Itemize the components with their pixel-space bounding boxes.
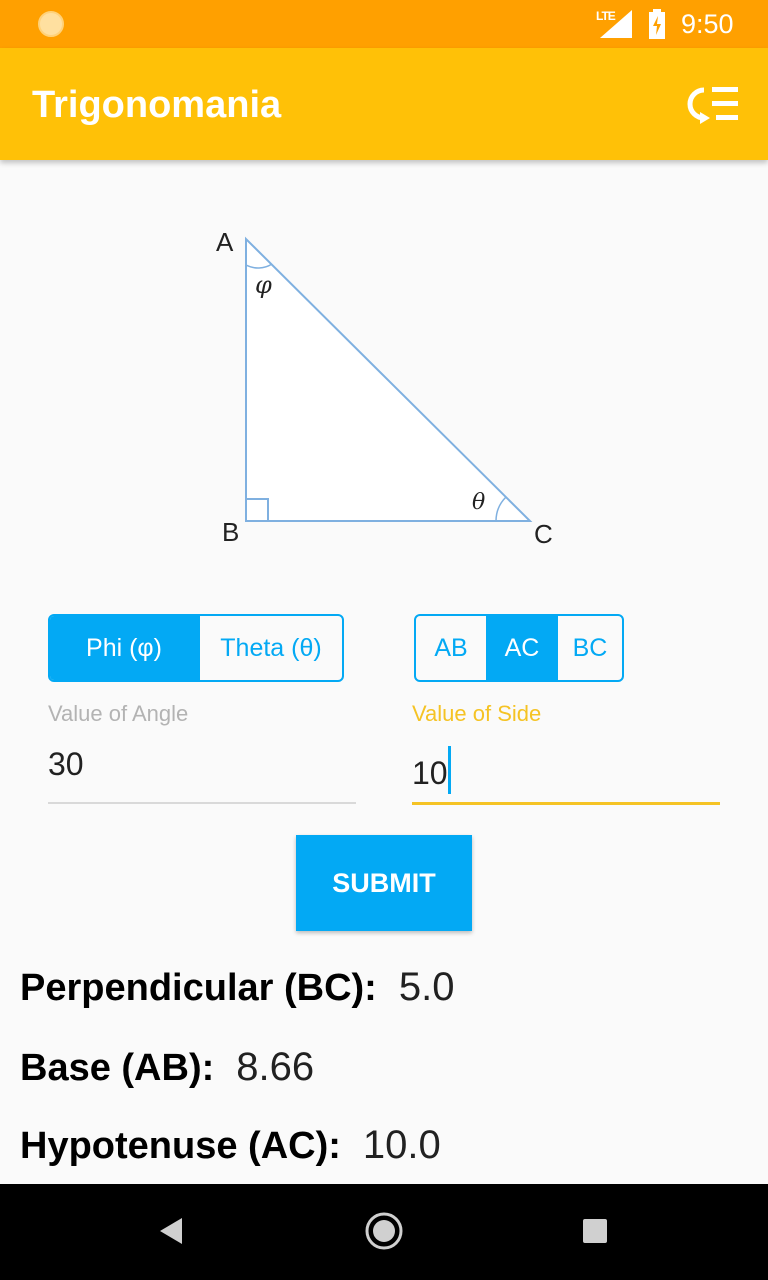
side-option-ab[interactable]: AB (416, 616, 486, 680)
side-input-value: 10 (412, 755, 448, 791)
angle-input-underline (48, 802, 356, 804)
angle-input[interactable]: 30 (48, 746, 84, 783)
result-label: Hypotenuse (AC): (20, 1125, 341, 1167)
angle-field-label: Value of Angle (48, 701, 189, 726)
app-title: Trigonomania (32, 84, 282, 126)
side-option-bc[interactable]: BC (556, 616, 622, 680)
result-base: Base (AB): 8.66 (20, 1045, 314, 1090)
submit-button[interactable]: SUBMIT (296, 835, 472, 931)
result-value: 10.0 (362, 1123, 441, 1167)
result-value: 8.66 (236, 1045, 315, 1089)
signal-icon (600, 10, 632, 38)
vertex-c-label: C (534, 519, 553, 549)
home-icon[interactable] (364, 1211, 404, 1251)
side-field-label: Value of Side (412, 701, 542, 726)
result-label: Perpendicular (BC): (20, 967, 377, 1009)
phi-option[interactable]: Phi (φ) (50, 616, 198, 680)
result-hypotenuse: Hypotenuse (AC): 10.0 (20, 1123, 441, 1168)
text-cursor (447, 746, 451, 794)
vertex-a-label: A (216, 227, 234, 257)
side-option-ac[interactable]: AC (486, 616, 556, 680)
theta-option[interactable]: Theta (θ) (198, 616, 342, 680)
result-perpendicular: Perpendicular (BC): 5.0 (20, 965, 454, 1010)
theta-label: θ (472, 490, 485, 515)
back-icon[interactable] (158, 1216, 186, 1246)
triangle-shape (245, 236, 533, 522)
navigation-bar (0, 1184, 768, 1280)
status-bar: LTE 9:50 (0, 0, 768, 48)
battery-icon (649, 9, 665, 39)
triangle-diagram: A B C φ θ (216, 227, 553, 549)
phi-label: φ (255, 271, 272, 299)
result-value: 5.0 (398, 965, 455, 1009)
side-input-underline (412, 802, 720, 805)
result-label: Base (AB): (20, 1047, 215, 1089)
app-bar: Trigonomania (0, 48, 768, 160)
side-selector: AB AC BC (414, 614, 624, 682)
notification-icon (38, 11, 64, 37)
vertex-b-label: B (222, 517, 239, 547)
angle-selector: Phi (φ) Theta (θ) (48, 614, 344, 682)
history-list-icon[interactable] (684, 84, 740, 124)
clock: 9:50 (681, 9, 734, 39)
recents-icon[interactable] (582, 1218, 608, 1244)
side-input[interactable]: 10 (412, 746, 451, 794)
